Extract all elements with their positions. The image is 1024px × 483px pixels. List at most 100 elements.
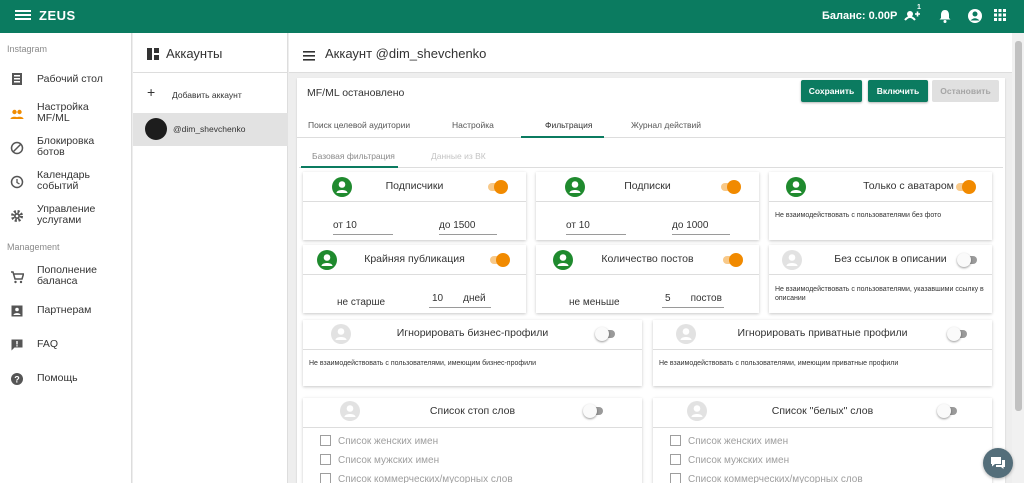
stop-words-toggle[interactable] — [583, 404, 605, 418]
sidebar-item-label-line2: баланса — [37, 275, 78, 287]
last-post-days-field[interactable]: 10 дней — [429, 293, 491, 308]
subtab-vk-data[interactable]: Данные из ВК — [431, 151, 486, 161]
posts-count-field[interactable]: 5 постов — [662, 293, 724, 308]
ignore-private-toggle[interactable] — [947, 327, 969, 341]
save-button[interactable]: Сохранить — [801, 80, 862, 102]
accounts-title: Аккаунты — [166, 46, 223, 61]
filter-card-white-words: Список "белых" слов Список женских имен … — [653, 398, 992, 483]
sidebar-item-bot-blocking[interactable]: Блокировка ботов — [0, 133, 132, 163]
account-name: @dim_shevchenko — [173, 124, 246, 134]
with-avatar-toggle[interactable] — [954, 180, 976, 194]
sidebar-item-label-line2: MF/ML — [37, 112, 70, 124]
active-tab-indicator — [521, 136, 604, 138]
enable-button[interactable]: Включить — [868, 80, 928, 102]
sidebar-item-dashboard[interactable]: Рабочий стол — [0, 65, 132, 95]
sidebar-item-mfml-settings[interactable]: Настройка MF/ML — [0, 99, 132, 129]
active-subtab-indicator — [301, 166, 398, 168]
filter-caption: Не взаимодействовать с пользователями, и… — [659, 360, 899, 367]
sidebar-item-top-up[interactable]: Пополнение баланса — [0, 262, 132, 292]
checkbox[interactable] — [320, 473, 331, 483]
bell-icon[interactable] — [937, 8, 953, 24]
filter-card-followers: Подписчики от 10 до 1500 — [303, 172, 526, 240]
stop-words-option-commercial[interactable]: Список коммерческих/мусорных слов — [320, 473, 513, 483]
stop-button[interactable]: Остановить — [932, 80, 999, 102]
sidebar-item-label: Партнерам — [37, 304, 92, 316]
page-title: Аккаунт @dim_shevchenko — [325, 46, 487, 61]
menu-icon[interactable] — [303, 48, 315, 61]
followers-to-field[interactable]: до 1500 — [439, 220, 497, 235]
sidebar-section-instagram: Instagram — [7, 44, 48, 54]
apps-grid-icon[interactable] — [993, 8, 1009, 24]
filter-card-posts-count: Количество постов не меньше 5 постов — [536, 245, 759, 313]
hamburger-menu-icon[interactable] — [15, 8, 31, 24]
filter-title: Игнорировать бизнес-профили — [396, 327, 549, 339]
followers-from-field[interactable]: от 10 — [333, 220, 393, 235]
account-avatar — [145, 118, 167, 140]
feedback-icon — [10, 338, 24, 352]
status-text: MF/ML остановлено — [307, 87, 405, 99]
filter-card-ignore-business: Игнорировать бизнес-профили Не взаимодей… — [303, 320, 642, 386]
tab-settings[interactable]: Настройка — [452, 120, 494, 130]
sidebar-item-faq[interactable]: FAQ — [0, 330, 132, 360]
checkbox[interactable] — [670, 435, 681, 446]
tab-action-log[interactable]: Журнал действий — [631, 120, 701, 130]
white-words-option-male-names[interactable]: Список мужских имен — [670, 454, 789, 466]
gear-icon — [10, 209, 24, 223]
main-header: Аккаунт @dim_shevchenko — [289, 33, 1012, 73]
accounts-header: Аккаунты — [133, 33, 288, 73]
add-user-icon[interactable]: 1 — [903, 4, 923, 24]
subtab-basic-filtering[interactable]: Базовая фильтрация — [312, 151, 395, 161]
filter-caption: Не взаимодействовать с пользователями бе… — [775, 212, 942, 219]
sidebar-item-help[interactable]: ? Помощь — [0, 364, 132, 394]
chat-button[interactable] — [983, 448, 1013, 478]
checkbox[interactable] — [670, 454, 681, 465]
checkbox[interactable] — [670, 473, 681, 483]
checkbox[interactable] — [320, 454, 331, 465]
ignore-business-toggle[interactable] — [595, 327, 617, 341]
following-from-field[interactable]: от 10 — [566, 220, 626, 235]
scrollbar-thumb[interactable] — [1015, 41, 1022, 411]
stop-words-option-female-names[interactable]: Список женских имен — [320, 435, 438, 447]
tab-audience-search[interactable]: Поиск целевой аудитории — [308, 120, 410, 130]
sidebar-item-label-line2: услугами — [37, 214, 82, 226]
account-circle-icon[interactable] — [967, 8, 983, 24]
badge-icon — [10, 304, 24, 318]
filter-card-stop-words: Список стоп слов Список женских имен Спи… — [303, 398, 642, 483]
add-account-label: Добавить аккаунт — [172, 90, 242, 100]
filter-card-last-post: Крайняя публикация не старше 10 дней — [303, 245, 526, 313]
sidebar-item-services[interactable]: Управление услугами — [0, 201, 132, 231]
following-toggle[interactable] — [719, 180, 741, 194]
sidebar: Instagram Рабочий стол Настройка MF/ML Б… — [0, 33, 132, 483]
tab-filtering[interactable]: Фильтрация — [545, 120, 593, 130]
add-account-button[interactable]: + Добавить аккаунт — [133, 73, 288, 113]
plus-icon: + — [147, 84, 156, 100]
block-icon — [10, 141, 24, 155]
filter-card-ignore-private: Игнорировать приватные профили Не взаимо… — [653, 320, 992, 386]
sidebar-item-label-line2: событий — [37, 180, 79, 192]
last-post-prefix: не старше — [337, 297, 386, 308]
sidebar-item-partners[interactable]: Партнерам — [0, 296, 132, 326]
filter-caption: Не взаимодействовать с пользователями, и… — [309, 360, 537, 367]
checkbox[interactable] — [320, 435, 331, 446]
balance-label[interactable]: Баланс: 0.00Р — [822, 10, 897, 22]
no-links-toggle[interactable] — [957, 253, 979, 267]
subtab-bar: Базовая фильтрация Данные из ВК — [299, 144, 1003, 168]
posts-count-toggle[interactable] — [721, 253, 743, 267]
app-title: ZEUS — [39, 8, 76, 23]
following-to-field[interactable]: до 1000 — [672, 220, 730, 235]
stop-words-option-male-names[interactable]: Список мужских имен — [320, 454, 439, 466]
sidebar-item-label-line2: ботов — [37, 146, 65, 158]
followers-toggle[interactable] — [486, 180, 508, 194]
white-words-option-commercial[interactable]: Список коммерческих/мусорных слов — [670, 473, 863, 483]
vertical-scrollbar[interactable] — [1012, 33, 1024, 483]
sidebar-item-label: Помощь — [37, 372, 78, 384]
white-words-toggle[interactable] — [937, 404, 959, 418]
people-icon — [10, 107, 24, 121]
last-post-toggle[interactable] — [488, 253, 510, 267]
dashboard-grid-icon — [147, 47, 159, 60]
sidebar-item-calendar[interactable]: Календарь событий — [0, 167, 132, 197]
dashboard-icon — [10, 72, 24, 86]
help-icon: ? — [10, 372, 24, 386]
account-list-item[interactable]: @dim_shevchenko — [133, 113, 288, 146]
white-words-option-female-names[interactable]: Список женских имен — [670, 435, 788, 447]
